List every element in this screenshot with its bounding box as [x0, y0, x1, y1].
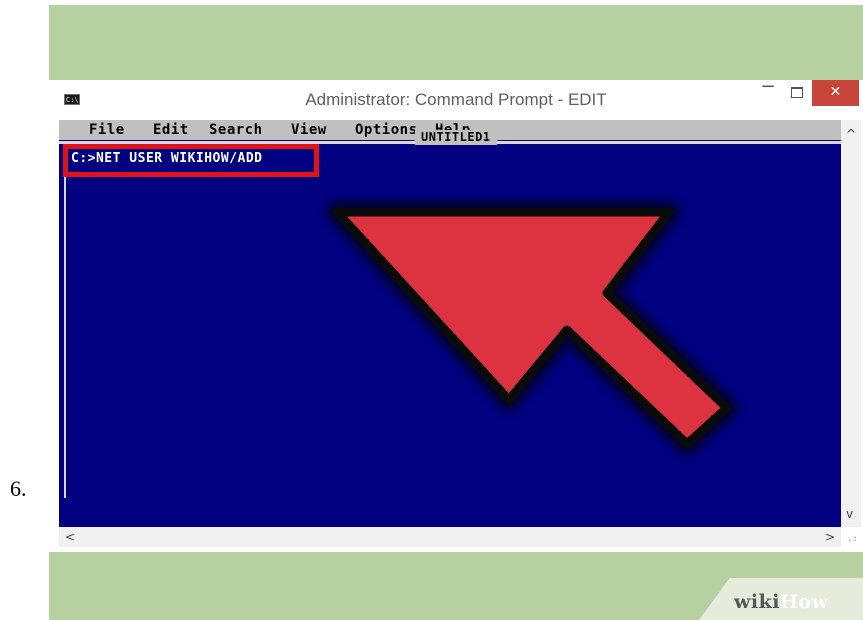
minimize-button[interactable]: −	[755, 78, 781, 106]
maximize-icon	[791, 87, 803, 98]
resize-grip-icon[interactable]: .:	[847, 535, 858, 544]
wikihow-watermark: wikiHow	[734, 591, 828, 613]
scroll-left-icon[interactable]: <	[65, 531, 75, 543]
scroll-up-icon[interactable]: ^	[846, 128, 856, 140]
vertical-scrollbar[interactable]: ^ v	[841, 120, 861, 527]
edit-console[interactable]: File Edit Search View Options Help UNTIT…	[59, 120, 841, 527]
horizontal-scrollbar[interactable]: < >	[59, 527, 841, 547]
watermark-wiki: wiki	[734, 591, 780, 613]
pointer-arrow-icon	[325, 200, 739, 456]
close-button[interactable]: ✕	[812, 80, 859, 106]
window-title: Administrator: Command Prompt - EDIT	[305, 90, 607, 109]
tutorial-scene: C:\ Administrator: Command Prompt - EDIT…	[49, 5, 863, 620]
title-bar[interactable]: C:\ Administrator: Command Prompt - EDIT…	[49, 78, 863, 120]
command-prompt-window: C:\ Administrator: Command Prompt - EDIT…	[49, 78, 863, 552]
scroll-down-icon[interactable]: v	[846, 508, 853, 520]
maximize-button[interactable]	[783, 80, 809, 106]
scroll-right-icon[interactable]: >	[825, 531, 835, 543]
minimize-icon: −	[760, 76, 776, 97]
close-icon: ✕	[829, 84, 842, 100]
step-number: 6.	[10, 476, 27, 501]
watermark-how: How	[779, 591, 829, 613]
